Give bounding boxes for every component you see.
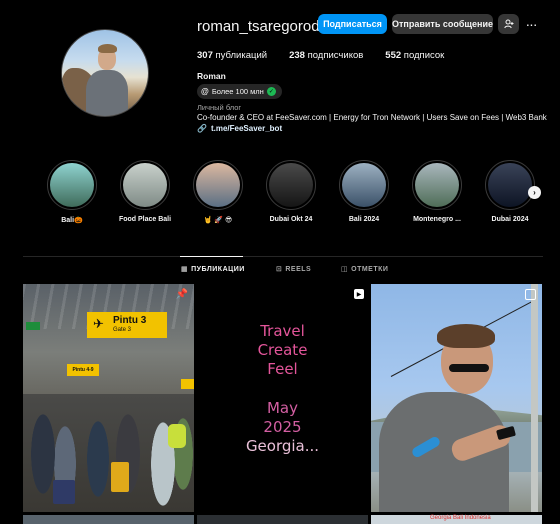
quote-line: Create [257,341,308,359]
tab-posts-label: ПУБЛИКАЦИИ [191,265,245,273]
link-icon: 🔗 [197,124,207,133]
tab-tagged[interactable]: ◫ ОТМЕТКИ [341,265,389,274]
quote-text: Travel Create Feel May 2025 Georgia... [197,322,368,456]
tab-reels[interactable]: ⊡ REELS [276,265,312,274]
post-airport[interactable]: ✈ Pintu 3 Gate 3 Pintu 4-9 📌 [23,284,194,512]
profile-link-text[interactable]: t.me/FeeSaver_bot [211,124,282,133]
highlight-label: Food Place Bali [118,216,172,223]
airport-crowd [23,394,194,512]
quote-line: Georgia... [245,437,320,455]
profile-stats: 307 публикаций 238 подписчиков 552 подпи… [197,50,444,61]
threads-badge-label: Более 100 млн [211,87,264,96]
lamp-pole [531,284,538,512]
highlight-cover [339,160,389,210]
more-options-icon[interactable]: ··· [524,14,538,34]
profile-avatar[interactable] [61,29,149,117]
stat-posts[interactable]: 307 публикаций [197,50,267,61]
plane-icon: ✈ [93,316,104,331]
verified-check-icon: ✓ [266,87,276,96]
post-quote[interactable]: ▶ Travel Create Feel May 2025 Georgia... [197,284,368,512]
highlight-item[interactable]: 🤘 🚀 😎 [193,160,243,224]
green-backpack [168,424,186,448]
post-row2-caption: Georgia Bali Indonesia [430,515,491,521]
highlight-image [415,163,459,207]
stat-following[interactable]: 552 подписок [385,50,444,61]
profile-category: Личный блог [197,103,242,112]
profile-full-name: Roman [197,71,226,81]
avatar-person-body [86,70,128,116]
quote-line: Feel [267,360,298,378]
avatar-person-hair [98,44,117,53]
post-row2-2[interactable] [197,515,368,524]
gate-sign-small: Pintu 4-9 [67,364,99,376]
highlight-label: Dubai 2024 [491,216,529,223]
stat-followers[interactable]: 238 подписчиков [289,50,363,61]
gate-sign: ✈ Pintu 3 Gate 3 [87,312,167,338]
highlight-label: Bali 2024 [348,216,380,223]
tab-tagged-label: ОТМЕТКИ [351,265,389,273]
similar-accounts-button[interactable] [498,14,519,34]
highlight-image [196,163,240,207]
highlights-next-icon[interactable]: › [528,186,541,199]
blue-suitcase [53,480,75,504]
pinned-icon: 📌 [175,289,188,300]
reel-icon: ▶ [354,289,364,299]
highlight-cover [485,160,535,210]
profile-link[interactable]: 🔗 t.me/FeeSaver_bot [197,124,282,133]
tab-reels-label: REELS [285,265,312,273]
highlight-image [50,163,94,207]
carousel-icon [525,289,536,300]
highlight-cover [412,160,462,210]
post-row2-1[interactable] [23,515,194,524]
highlight-item[interactable]: Dubai Okt 24 [266,160,316,223]
highlight-cover [120,160,170,210]
tab-posts[interactable]: ▦ ПУБЛИКАЦИИ [181,265,245,274]
quote-line: Travel [260,322,305,340]
exit-sign [26,322,40,330]
post-man-phone[interactable] [371,284,542,512]
highlight-cover [266,160,316,210]
quote-gap [197,379,368,399]
man-body [379,392,509,512]
highlight-image [269,163,313,207]
highlight-image [488,163,532,207]
quote-line: May [266,399,298,417]
highlight-item[interactable]: Montenegro ... [412,160,462,223]
active-tab-indicator [180,256,243,257]
gate-sign-right [181,379,194,389]
tagged-icon: ◫ [341,266,349,273]
follow-button[interactable]: Подписаться [318,14,387,34]
highlight-label: 🤘 🚀 😎 [203,217,233,224]
highlight-cover [193,160,243,210]
send-message-button[interactable]: Отправить сообщение [392,14,493,34]
highlight-cover [47,160,97,210]
reels-icon: ⊡ [276,266,283,273]
add-person-icon [503,19,513,29]
highlight-image [342,163,386,207]
threads-icon: @ [201,87,209,96]
tabs-divider [23,256,543,257]
threads-badge[interactable]: @ Более 100 млн ✓ [197,84,282,99]
gate-sign-main: Pintu 3 [113,315,147,326]
grid-icon: ▦ [181,266,189,273]
highlight-item[interactable]: Bali🎃 [47,160,97,224]
highlight-label: Bali🎃 [61,217,83,224]
highlight-item[interactable]: Food Place Bali [118,160,172,223]
highlight-item[interactable]: Bali 2024 [339,160,389,223]
man-sunglasses [449,364,489,372]
gate-sign-sub: Gate 3 [113,327,132,333]
quote-line: 2025 [263,418,302,436]
yellow-suitcase [111,462,129,492]
highlight-label: Dubai Okt 24 [269,216,313,223]
highlight-label: Montenegro ... [413,216,461,223]
highlight-image [123,163,167,207]
man-hair [437,324,495,348]
profile-bio: Co-founder & CEO at FeeSaver.com | Energ… [197,113,547,122]
